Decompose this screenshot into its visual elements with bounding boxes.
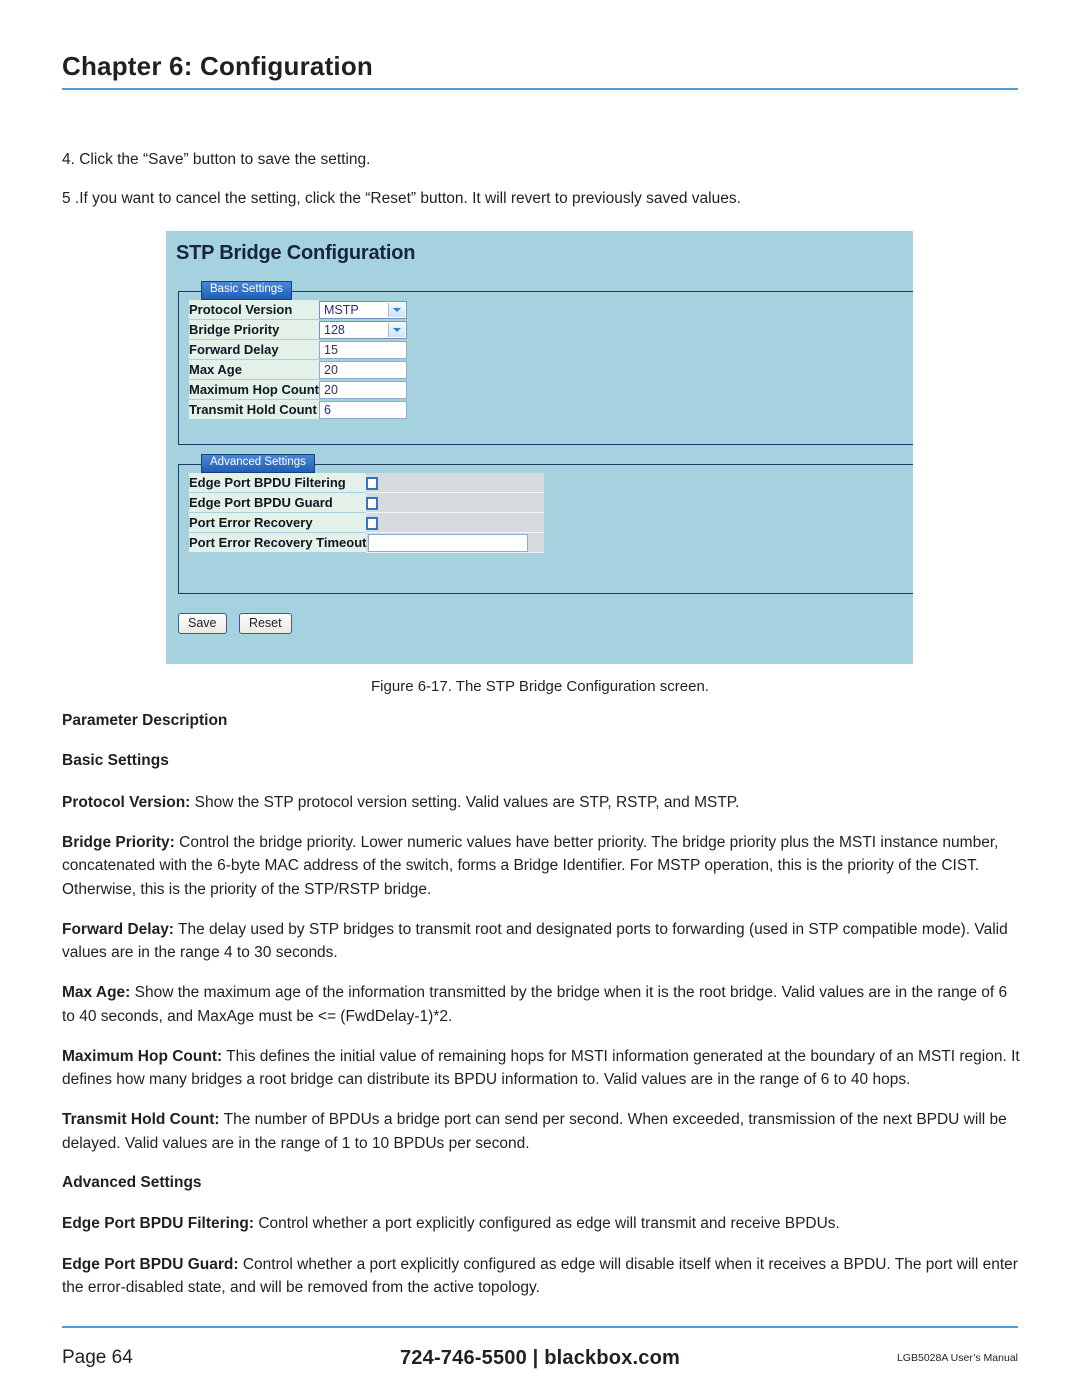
field-label-bridge-priority: Bridge Priority [189,319,319,340]
advanced-settings-fieldset: Advanced Settings Edge Port BPDU Filteri… [178,454,913,594]
field-label-forward-delay: Forward Delay [189,339,319,360]
text-bridge-priority: Control the bridge priority. Lower numer… [62,834,999,898]
table-row: Bridge Priority 128 [189,319,407,340]
instruction-step: 5 .If you want to cancel the setting, cl… [62,190,741,208]
term-transmit-hold-count: Transmit Hold Count: [62,1111,220,1129]
table-row: Max Age 20 [189,359,407,380]
forward-delay-input[interactable]: 15 [319,340,407,359]
port-error-recovery-checkbox[interactable] [366,517,379,531]
field-label-max-age: Max Age [189,359,319,380]
field-label-edge-port-bpdu-filtering: Edge Port BPDU Filtering [189,473,367,493]
paragraph-edge-port-bpdu-guard: Edge Port BPDU Guard: Control whether a … [62,1253,1020,1300]
basic-settings-table: Protocol Version MSTP Bridge Priority 12… [189,300,407,420]
header-divider [62,87,1018,90]
term-forward-delay: Forward Delay: [62,920,174,938]
paragraph-bridge-priority: Bridge Priority: Control the bridge prio… [62,831,1020,901]
advanced-settings-legend: Advanced Settings [201,454,315,473]
table-row: Edge Port BPDU Filtering [189,473,545,493]
field-value-port-error-recovery [366,512,545,533]
field-value-protocol-version: MSTP [319,300,407,320]
page-footer: Page 64 724-746-5500 | blackbox.com LGB5… [62,1341,1018,1381]
table-row: Port Error Recovery [189,512,545,533]
bridge-priority-select[interactable]: 128 [319,320,407,339]
term-bridge-priority: Bridge Priority: [62,834,175,852]
field-value-forward-delay: 15 [319,340,407,360]
instruction-step: 4. Click the “Save” button to save the s… [62,151,371,168]
paragraph-maximum-hop-count: Maximum Hop Count: This defines the init… [62,1045,1020,1092]
term-max-age: Max Age: [62,984,131,1002]
paragraph-transmit-hold-count: Transmit Hold Count: The number of BPDUs… [62,1108,1020,1155]
term-protocol-version: Protocol Version: [62,793,191,811]
maximum-hop-count-input[interactable]: 20 [319,380,407,399]
paragraph-forward-delay: Forward Delay: The delay used by STP bri… [62,918,1020,965]
table-row: Forward Delay 15 [189,339,407,360]
chevron-down-icon[interactable] [388,302,405,317]
bridge-priority-value: 128 [324,322,345,337]
table-row: Transmit Hold Count 6 [189,399,407,420]
table-row: Protocol Version MSTP [189,300,407,320]
screenshot-title: STP Bridge Configuration [176,242,416,264]
chevron-down-icon[interactable] [388,322,405,337]
edge-port-bpdu-filtering-checkbox[interactable] [366,477,379,491]
field-value-bridge-priority: 128 [319,320,407,340]
field-label-protocol-version: Protocol Version [189,300,319,320]
term-edge-port-bpdu-filtering: Edge Port BPDU Filtering: [62,1215,255,1233]
basic-settings-legend: Basic Settings [201,281,292,300]
screenshot-button-row: Save Reset [178,613,300,634]
field-value-edge-port-bpdu-filtering [366,473,545,493]
field-value-maximum-hop-count: 20 [319,380,407,400]
basic-settings-heading: Basic Settings [62,752,169,770]
paragraph-max-age: Max Age: Show the maximum age of the inf… [62,981,1020,1028]
basic-settings-fieldset: Basic Settings Protocol Version MSTP Bri… [178,281,913,445]
stp-bridge-configuration-screenshot: STP Bridge Configuration Basic Settings … [166,231,913,664]
field-value-port-error-recovery-timeout [366,532,545,553]
text-forward-delay: The delay used by STP bridges to transmi… [62,920,1008,962]
figure-caption: Figure 6-17. The STP Bridge Configuratio… [371,678,709,695]
protocol-version-value: MSTP [324,302,359,317]
footer-contact: 724-746-5500 | blackbox.com [399,1347,681,1369]
parameter-description-heading: Parameter Description [62,712,228,729]
text-protocol-version: Show the STP protocol version setting. V… [190,793,740,811]
max-age-input[interactable]: 20 [319,360,407,379]
text-edge-port-bpdu-filtering: Control whether a port explicitly config… [254,1215,840,1233]
paragraph-edge-port-bpdu-filtering: Edge Port BPDU Filtering: Control whethe… [62,1212,1020,1235]
field-label-port-error-recovery: Port Error Recovery [189,512,367,533]
text-max-age: Show the maximum age of the information … [62,984,1008,1025]
instruction-steps: 4. Click the “Save” button to save the s… [62,148,1018,227]
transmit-hold-count-input[interactable]: 6 [319,400,407,419]
paragraph-protocol-version: Protocol Version: Show the STP protocol … [62,791,1020,814]
term-edge-port-bpdu-guard: Edge Port BPDU Guard: [62,1255,239,1273]
field-label-port-error-recovery-timeout: Port Error Recovery Timeout [189,532,367,553]
footer-divider [62,1326,1018,1328]
field-value-max-age: 20 [319,360,407,380]
parameter-description-section: Parameter Description Basic Settings Pro… [62,710,1020,1316]
reset-button[interactable]: Reset [238,613,292,634]
page-title: Chapter 6: Configuration [62,51,374,81]
save-button[interactable]: Save [178,613,227,634]
footer-manual-name: LGB5028A User’s Manual [896,1352,1018,1364]
advanced-settings-heading: Advanced Settings [62,1173,202,1191]
table-row: Maximum Hop Count 20 [189,379,407,400]
field-label-transmit-hold-count: Transmit Hold Count [189,399,319,420]
table-row: Edge Port BPDU Guard [189,492,545,513]
document-page: Chapter 6: Configuration 4. Click the “S… [0,0,1080,1397]
term-maximum-hop-count: Maximum Hop Count: [62,1047,223,1065]
field-label-edge-port-bpdu-guard: Edge Port BPDU Guard [189,492,367,513]
chapter-header: Chapter 6: Configuration [62,51,1018,90]
protocol-version-select[interactable]: MSTP [319,300,407,319]
table-row: Port Error Recovery Timeout [189,532,545,553]
port-error-recovery-timeout-input[interactable] [368,533,529,552]
field-value-edge-port-bpdu-guard [366,492,545,513]
field-label-maximum-hop-count: Maximum Hop Count [189,379,319,400]
edge-port-bpdu-guard-checkbox[interactable] [366,497,379,511]
advanced-settings-table: Edge Port BPDU Filtering Edge Port BPDU … [189,473,545,553]
field-value-transmit-hold-count: 6 [319,400,407,420]
